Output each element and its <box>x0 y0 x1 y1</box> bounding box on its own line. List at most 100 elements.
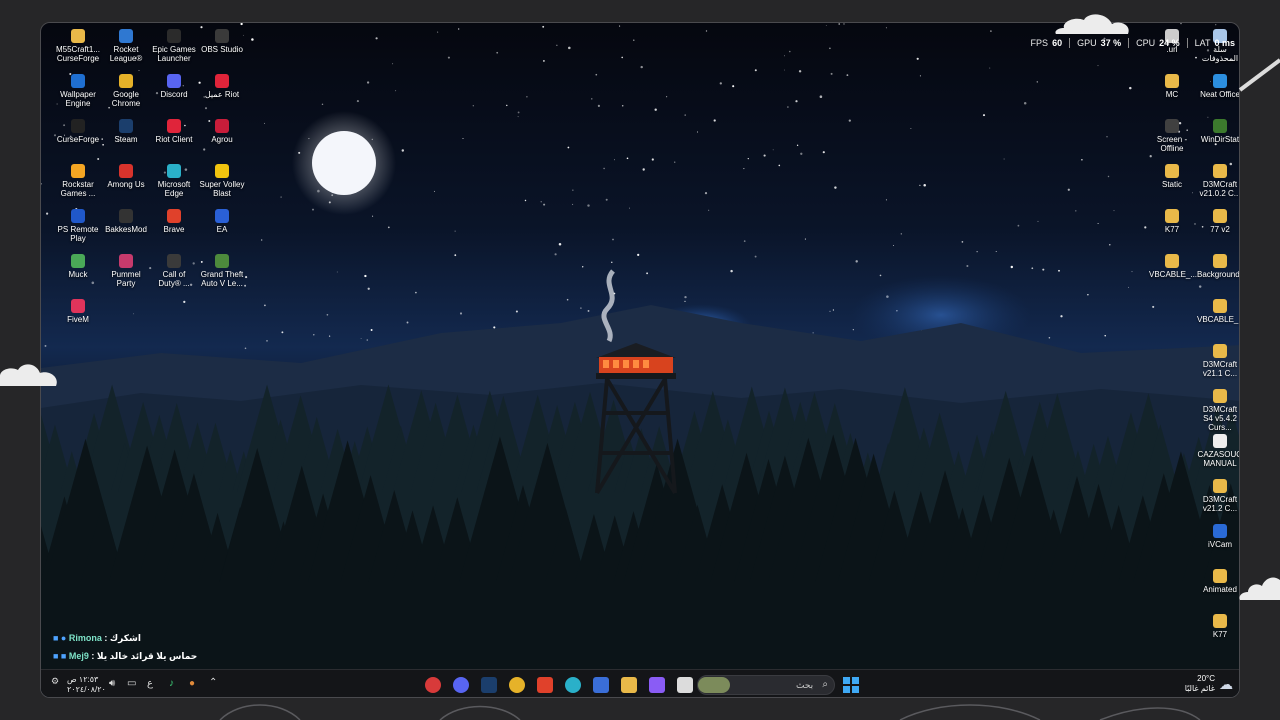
star <box>1036 81 1039 83</box>
desktop-icon[interactable]: Among Us <box>103 164 149 189</box>
desktop-icon[interactable]: PS Remote Play <box>55 209 101 243</box>
desktop-icon[interactable]: Super Volley Blast <box>199 164 245 198</box>
desktop-icon[interactable]: عميل Riot <box>199 74 245 99</box>
desktop-icon[interactable]: Static <box>1149 164 1195 189</box>
desktop-icon[interactable]: K77 <box>1197 614 1239 639</box>
star <box>838 23 841 25</box>
start-button[interactable] <box>843 677 859 693</box>
desktop-icon[interactable]: K77 <box>1149 209 1195 234</box>
copilot-icon[interactable] <box>649 677 665 693</box>
gear-icon[interactable]: ⚙ <box>51 676 59 687</box>
decorative-streak <box>1238 58 1280 92</box>
desktop-icon[interactable]: CurseForge <box>55 119 101 144</box>
tray-app-icon[interactable]: ● <box>189 678 195 689</box>
desktop-icon[interactable]: D3MCraft v21.0.2 C... <box>1197 164 1239 198</box>
desktop-icon[interactable]: Screen - Offline <box>1149 119 1195 153</box>
star <box>597 104 601 107</box>
microphone-icon[interactable]: ♪ <box>169 678 174 689</box>
desktop-icon[interactable]: VBCABLE_... <box>1197 299 1239 324</box>
star <box>819 95 823 98</box>
star <box>730 269 733 273</box>
star <box>885 27 887 29</box>
desktop-icon[interactable]: MC <box>1149 74 1195 99</box>
desktop-icon[interactable]: CAZASOUQ MANUAL <box>1197 434 1239 468</box>
store-icon[interactable] <box>593 677 609 693</box>
star <box>433 190 435 192</box>
volume-icon[interactable]: 🔊︎ <box>109 678 115 689</box>
desktop-icon[interactable]: Riot Client <box>151 119 197 144</box>
star <box>542 59 545 62</box>
desktop-icon[interactable]: Wallpaper Engine <box>55 74 101 108</box>
desktop-icon-label: FiveM <box>67 315 89 324</box>
steam-icon[interactable] <box>481 677 497 693</box>
muck-icon <box>71 254 85 268</box>
brave-icon[interactable] <box>537 677 553 693</box>
file-explorer-icon[interactable] <box>621 677 637 693</box>
desktop-icon[interactable]: EA <box>199 209 245 234</box>
desktop-icon[interactable]: Steam <box>103 119 149 144</box>
desktop-icon[interactable]: M55Craft1... CurseForge <box>55 29 101 63</box>
desktop-icon[interactable]: D3MCraft S4 v5.4.2 Curs... <box>1197 389 1239 432</box>
desktop-icon[interactable]: OBS Studio <box>199 29 245 54</box>
folder-icon <box>1213 254 1227 268</box>
desktop-icon[interactable]: Pummel Party <box>103 254 149 288</box>
folder-icon <box>1213 569 1227 583</box>
star <box>572 203 574 205</box>
star <box>713 119 716 122</box>
badge-icon: ■ ● <box>53 633 67 643</box>
desktop-icon[interactable]: WinDirStat <box>1197 119 1239 144</box>
taskview-icon[interactable] <box>677 677 693 693</box>
desktop-icon[interactable]: Call of Duty® ... <box>151 254 197 288</box>
stream-chat-overlay: ■ ● Rimona : اشكرك ■ ■ Mej9 : حماس يلا ق… <box>53 629 197 665</box>
network-icon[interactable]: ▭ <box>127 678 136 689</box>
desktop-icon-label: Google Chrome <box>111 90 141 108</box>
desktop-icon[interactable]: BakkesMod <box>103 209 149 234</box>
gpu-value: 37 % <box>1100 38 1122 48</box>
cloud-icon: ☁ <box>1219 676 1233 692</box>
clock[interactable]: ١٢:٥٣ ص ٢٠٢٤/٠٨/٢٠ <box>67 675 106 695</box>
edge-icon[interactable] <box>565 677 581 693</box>
star <box>651 158 654 161</box>
desktop-icon[interactable]: Agrou <box>199 119 245 144</box>
desktop-icon[interactable]: iVCam <box>1197 524 1239 549</box>
weather-widget[interactable]: 20°C غائم غالبًا ☁ <box>1185 674 1233 694</box>
cpu-value: 24 % <box>1159 38 1180 48</box>
chrome-icon <box>119 74 133 88</box>
desktop-icon-label: عميل Riot <box>204 90 240 99</box>
star <box>621 56 624 59</box>
chevron-up-icon[interactable]: ⌃ <box>209 677 217 688</box>
desktop-icon[interactable]: Epic Games Launcher <box>151 29 197 63</box>
desktop-icon[interactable]: Neat Office <box>1197 74 1239 99</box>
star <box>846 74 849 76</box>
clock-icon[interactable] <box>425 677 441 693</box>
desktop-icon[interactable]: Rocket League® <box>103 29 149 63</box>
language-indicator[interactable]: ع <box>147 678 153 689</box>
desktop-icon[interactable]: Backgrounds <box>1197 254 1239 279</box>
windirstat-icon <box>1213 119 1227 133</box>
star <box>829 47 831 50</box>
star <box>629 207 630 209</box>
desktop-icon-label: Call of Duty® ... <box>158 270 190 288</box>
desktop-icon[interactable]: Animated <box>1197 569 1239 594</box>
desktop-icon[interactable]: Muck <box>55 254 101 279</box>
moon <box>312 131 376 195</box>
desktop-icon[interactable]: D3MCraft v21.2 C... <box>1197 479 1239 513</box>
desktop-icon[interactable]: Microsoft Edge <box>151 164 197 198</box>
desktop-icon[interactable]: D3MCraft v21.1 C... <box>1197 344 1239 378</box>
desktop-icon[interactable]: 77 v2 <box>1197 209 1239 234</box>
chrome-icon[interactable] <box>509 677 525 693</box>
desktop-icon[interactable]: FiveM <box>55 299 101 324</box>
desktop-icon[interactable]: Brave <box>151 209 197 234</box>
decorative-outline <box>219 704 1201 720</box>
wallpaper: M55Craft1... CurseForge Rocket League® Epi… <box>41 23 1239 697</box>
desktop-icon[interactable]: Rockstar Games ... <box>55 164 101 198</box>
desktop-icon-label: Agrou <box>211 135 233 144</box>
desktop-icon[interactable]: Discord <box>151 74 197 99</box>
agrou-icon <box>215 119 229 133</box>
desktop-icon[interactable]: VBCABLE_... <box>1149 254 1197 279</box>
search-box[interactable]: بحث ⌕ <box>697 675 835 695</box>
discord-icon[interactable] <box>453 677 469 693</box>
desktop-icon[interactable]: Google Chrome <box>103 74 149 108</box>
desktop-icon[interactable]: Grand Theft Auto V Le... <box>199 254 245 288</box>
star <box>595 73 598 76</box>
